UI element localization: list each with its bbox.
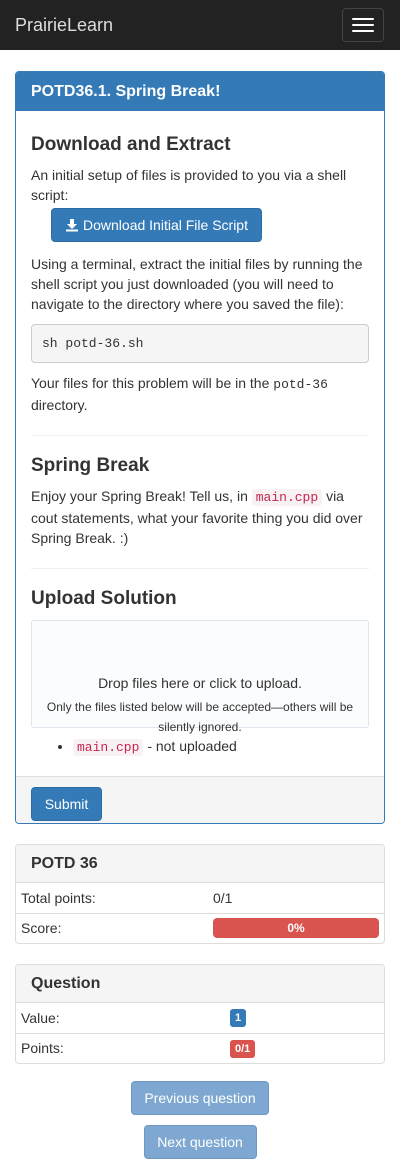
section-heading-download: Download and Extract — [31, 134, 231, 155]
value-label: Value: — [21, 1009, 60, 1026]
spring-break-text: Enjoy your Spring Break! Tell us, in mai… — [31, 488, 363, 546]
download-intro-text: An initial setup of files is provided to… — [31, 167, 347, 203]
table-row: Score: 0% — [16, 912, 384, 943]
question-panel: POTD36.1. Spring Break! Download and Ext… — [15, 71, 385, 824]
download-button-label: Download Initial File Script — [83, 217, 248, 233]
table-row: Value: 1 — [16, 1003, 384, 1033]
total-points-label: Total points: — [21, 889, 96, 906]
menu-toggle-button[interactable] — [342, 8, 384, 42]
next-question-button[interactable]: Next question — [143, 1125, 257, 1159]
assessment-table: Total points: 0/1 Score: 0% — [16, 883, 384, 943]
upload-status: - not uploaded — [147, 738, 237, 754]
question-info-table: Value: 1 Points: 0/1 — [16, 1003, 384, 1063]
divider — [31, 568, 369, 569]
instructions-text: Using a terminal, extract the initial fi… — [31, 256, 363, 312]
file-name-code: main.cpp — [251, 489, 323, 506]
list-item: main.cpp - not uploaded — [73, 736, 369, 758]
question-navigation: Previous question Next question — [15, 1081, 385, 1159]
dropzone-main-text: Drop files here or click to upload. — [98, 675, 302, 691]
uploaded-file-name: main.cpp — [73, 739, 144, 756]
navbar: PrairieLearn — [0, 0, 400, 50]
assessment-title: POTD 36 — [16, 845, 384, 883]
dropzone-sub-text: Only the files listed below will be acce… — [46, 700, 354, 734]
file-dropzone[interactable]: Drop files here or click to upload. Only… — [31, 620, 369, 734]
table-row: Points: 0/1 — [16, 1032, 384, 1063]
previous-question-button[interactable]: Previous question — [131, 1081, 269, 1115]
question-panel-footer: Submit — [16, 776, 384, 823]
submit-button[interactable]: Submit — [31, 787, 102, 821]
points-badge: 0/1 — [230, 1039, 256, 1058]
hamburger-icon — [352, 18, 374, 20]
section-heading-spring-break: Spring Break — [31, 455, 150, 476]
section-heading-upload: Upload Solution — [31, 588, 177, 609]
file-list: main.cpp - not uploaded — [31, 736, 369, 758]
question-info-panel: Question Value: 1 Points: 0/1 — [15, 964, 385, 1064]
assessment-panel: POTD 36 Total points: 0/1 Score: 0% — [15, 844, 385, 944]
score-label: Score: — [16, 912, 208, 943]
divider — [31, 435, 369, 436]
total-points-value: 0/1 — [213, 889, 233, 906]
files-location-text: Your files for this problem will be in t… — [31, 375, 328, 413]
command-block: sh potd-36.sh — [31, 324, 369, 363]
table-row: Total points: 0/1 — [16, 883, 384, 913]
score-progress-bar: 0% — [213, 918, 379, 939]
download-icon — [66, 219, 79, 232]
download-script-button[interactable]: Download Initial File Script — [51, 208, 262, 242]
directory-name: potd-36 — [273, 377, 328, 392]
brand-link[interactable]: PrairieLearn — [15, 15, 113, 36]
score-progress: 0% — [213, 918, 379, 939]
value-badge: 1 — [230, 1009, 247, 1028]
question-info-title: Question — [16, 965, 384, 1003]
question-title: POTD36.1. Spring Break! — [16, 72, 384, 111]
points-label: Points: — [16, 1032, 225, 1063]
